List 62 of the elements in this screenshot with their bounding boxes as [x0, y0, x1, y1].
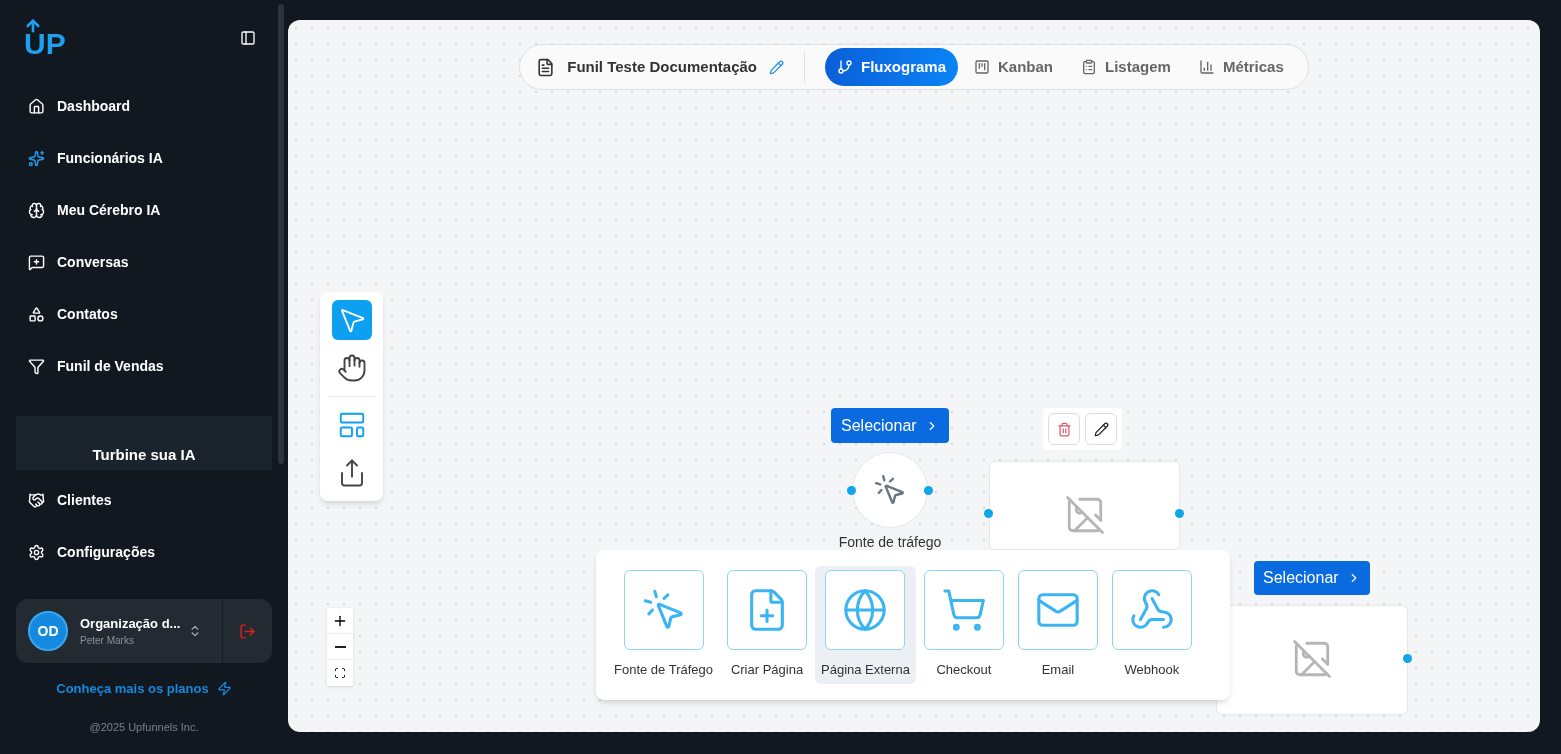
promo-title: Turbine sua IA	[92, 444, 196, 465]
palette-item[interactable]: Página Externa	[815, 566, 916, 684]
document-icon	[536, 57, 556, 77]
edit-icon[interactable]	[769, 59, 784, 75]
sparkles-icon	[28, 149, 45, 167]
view-tab[interactable]: Kanban	[962, 48, 1066, 86]
trash-icon	[1056, 421, 1072, 437]
view-tab[interactable]: Métricas	[1186, 48, 1296, 86]
scrollbar[interactable]	[278, 4, 284, 464]
select-button[interactable]: Selecionar	[831, 408, 949, 443]
page-node[interactable]	[989, 461, 1180, 550]
connection-handle[interactable]	[924, 486, 933, 495]
promo-card[interactable]: Turbine sua IA	[16, 416, 272, 470]
sidebar-item[interactable]: Contatos	[0, 288, 288, 340]
account-card[interactable]: OD Organização d... Peter Marks	[16, 599, 272, 663]
organization-name: Organização d...	[80, 614, 181, 633]
minus-icon	[334, 645, 346, 648]
edit-button[interactable]	[1085, 413, 1117, 445]
logo[interactable]: UP	[24, 17, 66, 59]
sidebar-toggle-icon[interactable]	[240, 30, 256, 46]
page-node[interactable]	[1216, 605, 1408, 715]
hand-icon	[336, 353, 367, 383]
plans-link[interactable]: Conheça mais os planos	[0, 679, 288, 699]
list-icon	[1081, 59, 1098, 75]
user-name: Peter Marks	[80, 634, 135, 649]
connection-handle[interactable]	[1403, 654, 1412, 663]
connection-handle[interactable]	[1175, 509, 1184, 518]
chart-icon	[1198, 59, 1215, 75]
home-icon	[28, 97, 45, 115]
chat-icon	[28, 253, 45, 271]
pencil-icon	[1093, 421, 1109, 437]
kanban-icon	[974, 59, 990, 75]
logout-icon[interactable]	[239, 622, 256, 640]
connection-handle[interactable]	[847, 486, 856, 495]
image-placeholder-icon	[1063, 494, 1106, 536]
sidebar-item[interactable]: Clientes	[0, 474, 288, 526]
globe-icon	[842, 587, 889, 634]
delete-button[interactable]	[1048, 413, 1080, 445]
copyright: @2025 Upfunnels Inc.	[88, 719, 200, 735]
funnel-title: Funil Teste Documentação	[567, 56, 757, 77]
sidebar-item[interactable]: Dashboard	[0, 80, 288, 132]
flow-icon	[837, 59, 853, 75]
image-placeholder-icon	[1291, 638, 1333, 680]
select-button[interactable]: Selecionar	[1254, 561, 1370, 595]
settings-icon	[28, 543, 45, 561]
avatar: OD	[28, 611, 68, 651]
handshake-icon	[28, 491, 45, 509]
sidebar-item[interactable]: Funil de Vendas	[0, 340, 288, 392]
funnel-icon	[28, 357, 45, 375]
connection-handle[interactable]	[984, 509, 993, 518]
shapes-icon	[28, 305, 45, 323]
sidebar-item[interactable]: Funcionários IA	[0, 132, 288, 184]
fit-view-icon	[334, 667, 346, 679]
node-label: Fonte de tráfego	[837, 533, 943, 552]
view-tab[interactable]: Fluxograma	[825, 48, 958, 86]
brain-icon	[28, 201, 45, 219]
sidebar-item[interactable]: Configurações	[0, 526, 288, 578]
canvas[interactable]: Funil Teste Documentação Fluxograma Kanban Listagem Métricas Selecionar Fonte de tráfego Selecionar Fonte de Tráfego Criar Página Página Externa Checkout Email Webhook	[288, 20, 1540, 732]
sidebar-item[interactable]: Conversas	[0, 236, 288, 288]
click-icon	[873, 473, 907, 507]
view-tab[interactable]: Listagem	[1069, 48, 1183, 86]
lightning-icon	[216, 681, 232, 697]
